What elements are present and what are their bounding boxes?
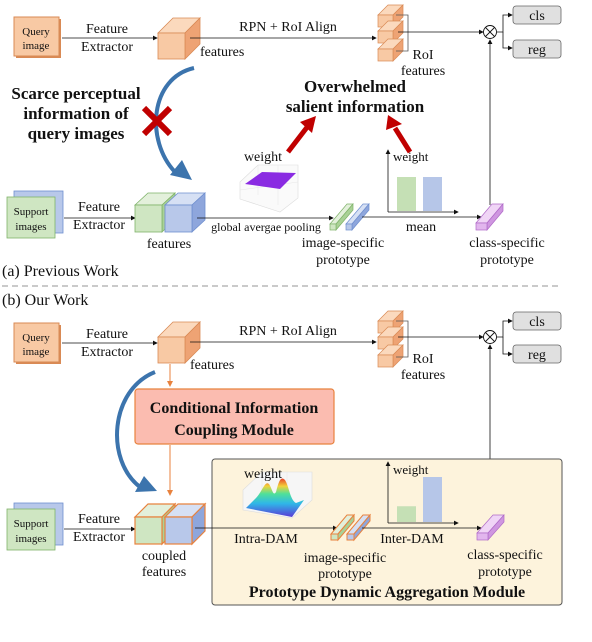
feature-extractor-label: Feature [86, 327, 128, 342]
inter-dam-label: Inter-DAM [380, 532, 444, 547]
cls-label: cls [529, 9, 545, 24]
problem-overwhelmed: Overwhelmed [304, 77, 407, 96]
bar-support-1 [397, 506, 416, 522]
query-image-b: Query image [13, 322, 61, 364]
gap-label: global avergae pooling [211, 220, 321, 234]
class-proto-label: prototype [478, 565, 532, 580]
feature-extractor-label: Feature [78, 200, 120, 215]
query-feature-cube-b [157, 321, 201, 364]
query-image-label: image [23, 40, 50, 52]
feature-extractor-label: Extractor [81, 40, 133, 55]
roi-features-label: features [401, 368, 445, 383]
pdam-label: Prototype Dynamic Aggregation Module [249, 584, 525, 601]
cicm-label: Coupling Module [174, 422, 294, 439]
reg-head-a: reg [512, 39, 562, 59]
features-label: features [200, 45, 244, 60]
support-images-a: Support images [6, 190, 64, 239]
reg-head-b: reg [512, 344, 562, 364]
rpn-roi-align-label: RPN + RoI Align [239, 324, 337, 339]
intra-dam-label: Intra-DAM [234, 532, 298, 547]
roi-features-label: RoI [413, 48, 434, 63]
problem-scarce-info: Scarce perceptual [11, 84, 140, 103]
features-label: features [190, 358, 234, 373]
caption-previous-work: (a) Previous Work [2, 263, 119, 280]
class-proto-label: class-specific [469, 236, 544, 251]
cls-head-b: cls [512, 311, 562, 331]
support-images-label: images [15, 221, 46, 233]
query-image-label: Query [22, 26, 50, 38]
cicm-label: Conditional Information [150, 400, 319, 417]
roi-features-label: features [401, 64, 445, 79]
bar-support-2 [423, 177, 442, 211]
mean-bar-chart: weight [385, 149, 459, 215]
mean-label: mean [406, 220, 436, 235]
query-image-label: image [23, 346, 50, 358]
feature-extractor-label: Feature [86, 22, 128, 37]
bar-weight-label: weight [393, 149, 429, 164]
query-image-label: Query [22, 332, 50, 344]
conditional-information-coupling-module: Conditional Information Coupling Module [134, 388, 335, 445]
feature-extractor-label: Extractor [81, 345, 133, 360]
image-proto-label: prototype [318, 567, 372, 582]
query-feature-cube-a [157, 17, 201, 60]
multiply-operator-a [483, 25, 497, 39]
roi-features-stack-a [377, 4, 409, 62]
class-proto-label: class-specific [467, 548, 542, 563]
bar-support-1 [397, 177, 416, 211]
coupled-features-label: coupled [142, 549, 186, 564]
problem-scarce-info: query images [28, 124, 125, 143]
diagram-svg: Query image Feature Extractor features R… [2, 4, 563, 606]
rpn-roi-align-label: RPN + RoI Align [239, 20, 337, 35]
support-images-b: Support images [6, 502, 64, 551]
multiply-operator-b [483, 330, 497, 344]
reg-label: reg [528, 348, 546, 363]
panel-b: (b) Our Work Query image Feature Extract… [2, 292, 563, 606]
panel-a: Query image Feature Extractor features R… [2, 4, 562, 280]
support-images-label: images [15, 533, 46, 545]
roi-features-stack-b [377, 310, 409, 368]
query-image-a: Query image [13, 16, 61, 58]
caption-our-work: (b) Our Work [2, 292, 88, 309]
coupled-feature-cubes [133, 502, 207, 546]
reg-label: reg [528, 43, 546, 58]
bar-weight-label: weight [393, 462, 429, 477]
class-proto-label: prototype [480, 253, 534, 268]
red-arrow-2 [386, 115, 413, 154]
cls-head-a: cls [512, 5, 562, 25]
framework-diagram: Query image Feature Extractor features R… [0, 0, 592, 642]
feature-extractor-label: Extractor [73, 218, 125, 233]
roi-features-label: RoI [413, 352, 434, 367]
features-label: features [147, 237, 191, 252]
problem-scarce-info: information of [23, 104, 129, 123]
weight-label: weight [244, 467, 282, 482]
cls-label: cls [529, 315, 545, 330]
image-proto-label: image-specific [302, 236, 384, 251]
flat-weight-plot: weight [239, 150, 299, 213]
support-images-label: Support [14, 518, 49, 530]
problem-overwhelmed: salient information [286, 97, 425, 116]
support-feature-cubes-a [133, 192, 207, 233]
image-proto-label: image-specific [304, 551, 386, 566]
feature-extractor-label: Extractor [73, 530, 125, 545]
feature-extractor-label: Feature [78, 512, 120, 527]
image-proto-label: prototype [316, 253, 370, 268]
coupled-features-label: features [142, 565, 186, 580]
red-arrow-1 [286, 116, 316, 154]
support-images-label: Support [14, 206, 49, 218]
bar-support-2 [423, 477, 442, 522]
weight-label: weight [244, 150, 282, 165]
